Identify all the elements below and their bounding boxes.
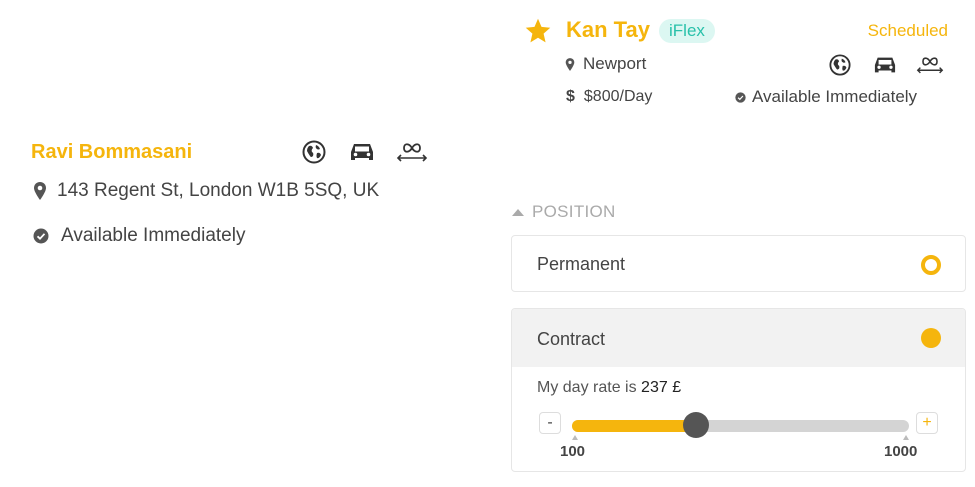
location-pin-icon [565, 57, 575, 72]
star-icon[interactable] [524, 17, 552, 45]
candidate-address: 143 Regent St, London W1B 5SQ, UK [57, 180, 380, 201]
rate-slider-thumb[interactable] [682, 412, 709, 438]
option-label: Contract [537, 329, 606, 349]
candidate-rate-row: $ $800/Day [566, 88, 652, 106]
candidate-feature-icons [829, 52, 949, 78]
day-rate-label: My day rate is [537, 379, 637, 396]
position-option-contract[interactable]: Contract My day rate is 237 £ - + 100 10… [511, 308, 966, 472]
infinity-commute-icon [396, 140, 428, 164]
iflex-badge: iFlex [659, 19, 715, 43]
candidate-address-row: 143 Regent St, London W1B 5SQ, UK [33, 180, 379, 202]
globe-icon [829, 54, 851, 76]
car-icon [872, 54, 898, 76]
candidate-name[interactable]: Ravi Bommasani [31, 141, 192, 164]
decrease-rate-button[interactable]: - [539, 412, 561, 434]
radio-unselected[interactable] [921, 255, 941, 275]
slider-max-label: 1000 [884, 443, 918, 460]
car-icon [348, 140, 376, 164]
radio-selected[interactable] [921, 328, 941, 348]
check-circle-icon [33, 228, 49, 244]
position-section-toggle[interactable]: POSITION [512, 202, 616, 222]
position-section-title: POSITION [532, 202, 616, 221]
candidate-availability: Available Immediately [752, 87, 918, 106]
candidate-availability-row: Available Immediately [33, 225, 245, 247]
rate-slider-fill [572, 420, 696, 432]
globe-icon [302, 140, 326, 164]
candidate-name[interactable]: Kan Tay [566, 17, 650, 43]
contract-option-header[interactable]: Contract [512, 309, 965, 367]
slider-max-tick [903, 435, 909, 440]
increase-rate-button[interactable]: + [916, 412, 938, 434]
candidate-feature-icons [302, 138, 434, 166]
option-label: Permanent [537, 254, 626, 274]
rate-slider-track[interactable] [572, 420, 909, 432]
candidate-location: Newport [583, 54, 647, 73]
location-pin-icon [33, 181, 47, 201]
day-rate-text: My day rate is 237 £ [537, 379, 681, 397]
caret-up-icon [512, 208, 524, 216]
candidate-rate: $800/Day [583, 88, 653, 105]
candidate-availability: Available Immediately [61, 225, 246, 246]
day-rate-value: 237 £ [641, 379, 682, 396]
candidate-location-row: Newport [565, 54, 646, 74]
dollar-icon: $ [566, 88, 575, 105]
slider-min-label: 100 [560, 443, 586, 460]
position-option-permanent[interactable]: Permanent [511, 235, 966, 292]
slider-min-tick [572, 435, 578, 440]
infinity-commute-icon [916, 54, 944, 76]
status-label: Scheduled [867, 21, 948, 40]
candidate-availability-row: Available Immediately [735, 87, 917, 107]
check-circle-icon [735, 91, 746, 103]
